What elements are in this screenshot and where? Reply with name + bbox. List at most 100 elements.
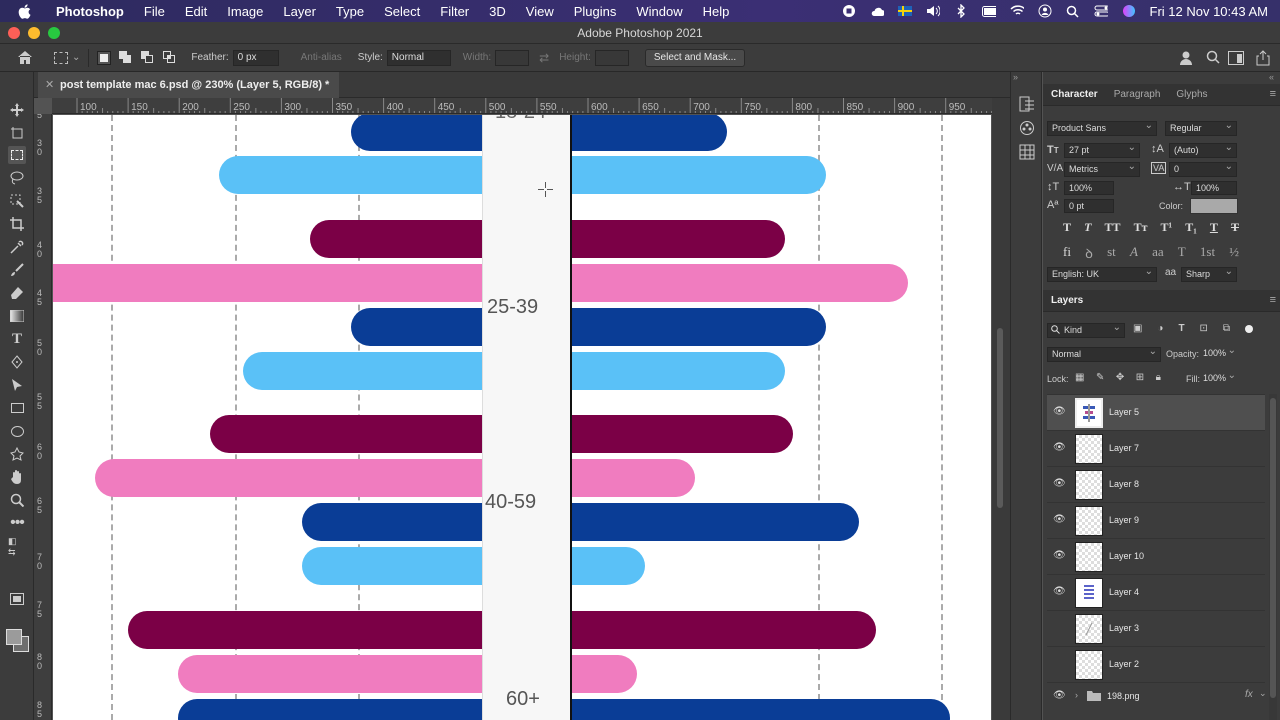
height-input[interactable] bbox=[594, 49, 629, 66]
move-tool-icon[interactable] bbox=[8, 101, 26, 119]
strikethrough-icon[interactable]: T bbox=[1231, 220, 1239, 235]
history-panel-icon[interactable] bbox=[1019, 96, 1035, 115]
faux-bold-icon[interactable]: T bbox=[1063, 220, 1071, 235]
stylistic-alternates-icon[interactable]: st bbox=[1107, 244, 1116, 262]
faux-italic-icon[interactable]: T bbox=[1084, 220, 1091, 235]
collapse-icon[interactable]: » bbox=[1013, 72, 1018, 82]
swash-icon[interactable]: A bbox=[1130, 244, 1138, 262]
font-size-select[interactable]: 27 pt bbox=[1064, 141, 1140, 158]
width-input[interactable] bbox=[495, 49, 530, 66]
filter-adjustment-icon[interactable]: ◑ bbox=[1157, 323, 1163, 334]
chevron-down-icon[interactable]: ⌄ bbox=[72, 52, 80, 63]
user-icon[interactable] bbox=[1038, 4, 1052, 18]
layer-row[interactable]: 👁︎ Layer 10 bbox=[1047, 538, 1265, 574]
lasso-tool-icon[interactable] bbox=[8, 169, 26, 187]
layer-name[interactable]: Layer 5 bbox=[1109, 407, 1139, 417]
layer-row[interactable]: 👁︎ Layer 9 bbox=[1047, 502, 1265, 538]
filter-pixel-icon[interactable]: ▣ bbox=[1133, 323, 1142, 334]
layer-row[interactable]: 👁︎ Layer 8 bbox=[1047, 466, 1265, 502]
baseline-shift-input[interactable]: 0 pt bbox=[1064, 199, 1114, 213]
vertical-scrollbar[interactable] bbox=[992, 98, 1010, 720]
swatches-panel-icon[interactable] bbox=[1019, 144, 1035, 163]
zoom-tool-icon[interactable] bbox=[8, 491, 26, 509]
filter-type-icon[interactable]: T bbox=[1178, 323, 1184, 334]
layer-row[interactable]: 👁︎ Layer 4 bbox=[1047, 574, 1265, 610]
ordinals-icon[interactable]: T bbox=[1178, 244, 1186, 262]
layers-panel-menu-icon[interactable]: ≡ bbox=[1270, 294, 1276, 306]
opacity-input[interactable]: 100% bbox=[1203, 344, 1239, 362]
text-color-swatch[interactable] bbox=[1190, 198, 1238, 214]
swap-icon[interactable]: ⇄ bbox=[539, 51, 549, 65]
vertical-ruler[interactable]: 5 30 35 40 45 50 55 60 65 70 75 80 85 bbox=[34, 114, 52, 720]
custom-shape-tool-icon[interactable] bbox=[8, 445, 26, 463]
apple-icon[interactable] bbox=[16, 3, 32, 19]
tab-paragraph[interactable]: Paragraph bbox=[1106, 89, 1169, 100]
document-tab[interactable]: ✕ post template mac 6.psd @ 230% (Layer … bbox=[38, 72, 340, 98]
search-icon[interactable] bbox=[1066, 4, 1080, 18]
feather-input[interactable]: 0 px bbox=[232, 49, 279, 66]
lock-artboard-icon[interactable]: ⊞ bbox=[1136, 372, 1144, 383]
menu-filter[interactable]: Filter bbox=[430, 4, 479, 19]
style-select[interactable]: Normal bbox=[386, 49, 451, 66]
layers-scrollbar[interactable] bbox=[1269, 394, 1277, 720]
subscript-icon[interactable]: T₁ bbox=[1185, 220, 1197, 235]
vertical-scale-input[interactable]: 100% bbox=[1064, 181, 1114, 195]
layer-name[interactable]: Layer 9 bbox=[1109, 515, 1139, 525]
layers-scrollbar-thumb[interactable] bbox=[1270, 398, 1276, 698]
menu-select[interactable]: Select bbox=[374, 4, 430, 19]
control-center-icon[interactable] bbox=[1094, 4, 1108, 18]
layer-name[interactable]: Layer 3 bbox=[1109, 623, 1139, 633]
lock-all-icon[interactable]: 🔒︎ bbox=[1156, 372, 1161, 383]
horizontal-ruler[interactable]: 100 150 200 250 300 350 400 450 500 550 600 650 700 7… bbox=[52, 98, 992, 114]
layer-row[interactable]: 👁︎ Layer 7 bbox=[1047, 430, 1265, 466]
blend-mode-select[interactable]: Normal bbox=[1047, 345, 1161, 362]
antialias-checkbox[interactable]: Anti-alias bbox=[301, 52, 342, 63]
superscript-icon[interactable]: T¹ bbox=[1161, 220, 1173, 235]
layer-name[interactable]: 198.png bbox=[1107, 691, 1140, 701]
underline-icon[interactable]: T bbox=[1210, 220, 1218, 235]
volume-icon[interactable] bbox=[926, 4, 940, 18]
menu-file[interactable]: File bbox=[134, 4, 175, 19]
workspace-icon[interactable] bbox=[1228, 51, 1244, 68]
menu-app-name[interactable]: Photoshop bbox=[46, 4, 134, 19]
language-select[interactable]: English: UK bbox=[1047, 265, 1157, 282]
lock-image-icon[interactable]: ✎ bbox=[1096, 372, 1104, 383]
brush-tool-icon[interactable] bbox=[8, 261, 26, 279]
battery-icon[interactable] bbox=[981, 4, 996, 18]
layer-name[interactable]: Layer 4 bbox=[1109, 587, 1139, 597]
more-tools-icon[interactable]: ••• bbox=[8, 514, 26, 532]
sweden-flag-icon[interactable] bbox=[897, 4, 912, 18]
visibility-eye-icon[interactable]: 👁︎ bbox=[1053, 406, 1066, 418]
menubar-clock[interactable]: Fri 12 Nov 10:43 AM bbox=[1150, 4, 1269, 19]
lock-transparent-icon[interactable]: ▦ bbox=[1075, 372, 1084, 383]
cloud-icon[interactable] bbox=[870, 4, 884, 18]
effects-icon[interactable]: fx bbox=[1245, 689, 1253, 700]
leading-select[interactable]: (Auto) bbox=[1169, 141, 1237, 158]
document-canvas[interactable]: 18-24 25-39 40-59 60+ bbox=[53, 115, 991, 720]
layer-name[interactable]: Layer 7 bbox=[1109, 443, 1139, 453]
record-icon[interactable] bbox=[842, 4, 856, 18]
collapse-panels-icon[interactable]: « bbox=[1269, 72, 1274, 82]
layer-name[interactable]: Layer 2 bbox=[1109, 659, 1139, 669]
visibility-eye-icon[interactable]: 👁︎ bbox=[1053, 514, 1066, 526]
fill-input[interactable]: 100% bbox=[1203, 369, 1239, 387]
bluetooth-icon[interactable] bbox=[954, 4, 968, 18]
kerning-select[interactable]: Metrics bbox=[1064, 160, 1140, 177]
intersect-selection-icon[interactable] bbox=[163, 50, 177, 65]
select-and-mask-button[interactable]: Select and Mask... bbox=[644, 48, 746, 67]
ellipse-tool-icon[interactable] bbox=[8, 422, 26, 440]
visibility-eye-icon[interactable]: 👁︎ bbox=[1053, 586, 1066, 598]
visibility-eye-hidden[interactable] bbox=[1053, 622, 1065, 634]
horizontal-scale-input[interactable]: 100% bbox=[1191, 181, 1237, 195]
share-icon[interactable] bbox=[1256, 50, 1270, 69]
expand-group-icon[interactable]: › bbox=[1075, 690, 1078, 700]
eyedropper-tool-icon[interactable] bbox=[8, 238, 26, 256]
visibility-eye-icon[interactable]: 👁︎ bbox=[1053, 478, 1066, 490]
expand-effects-icon[interactable]: ⌄ bbox=[1259, 688, 1267, 699]
layer-group-row[interactable]: 👁︎ › 198.png fx ⌄ bbox=[1047, 682, 1267, 712]
ligatures-icon[interactable]: fi bbox=[1063, 244, 1071, 262]
layer-row[interactable]: Layer 3 bbox=[1047, 610, 1265, 646]
screen-mode-icon[interactable] bbox=[8, 590, 26, 608]
discretionary-ligatures-icon[interactable]: ꝺ bbox=[1085, 244, 1093, 262]
subtract-selection-icon[interactable] bbox=[141, 50, 155, 65]
